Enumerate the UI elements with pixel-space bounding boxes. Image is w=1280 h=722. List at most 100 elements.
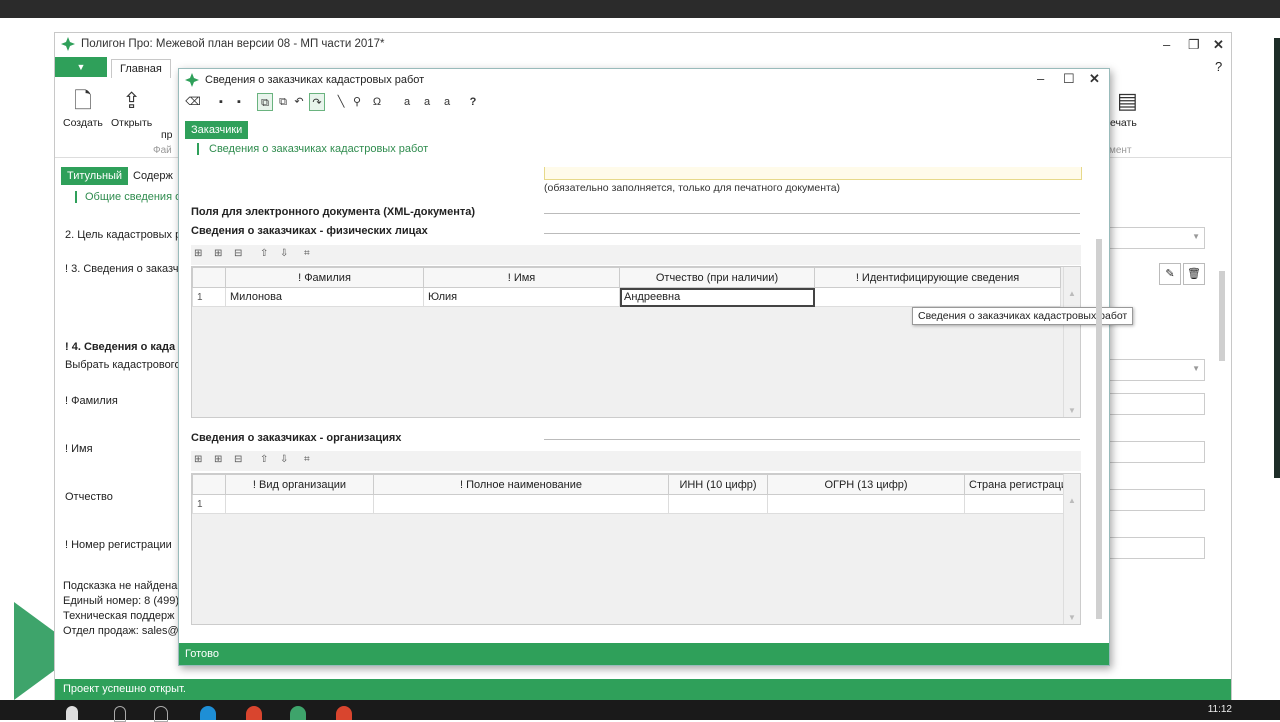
copy-icon[interactable]: ⧉	[257, 93, 273, 111]
scroll-down-icon[interactable]: ▼	[1068, 406, 1076, 415]
column-header[interactable]: ОГРН (13 цифр)	[767, 474, 965, 495]
insert-row-icon[interactable]: ⊞	[194, 248, 202, 259]
scroll-up-icon[interactable]: ▲	[1068, 496, 1076, 505]
save-icon[interactable]: ▪	[213, 93, 229, 111]
tab-customers[interactable]: Заказчики	[185, 121, 249, 139]
customers-dialog: Сведения о заказчиках кадастровых работ …	[178, 68, 1134, 666]
column-header[interactable]: ИНН (10 цифр)	[668, 474, 768, 495]
dialog-title-bar: Сведения о заказчиках кадастровых работ …	[179, 69, 1109, 91]
inn-cell[interactable]	[668, 494, 768, 514]
column-header[interactable]: Страна регистраци	[963, 474, 1073, 495]
paste-icon[interactable]: ⧉	[275, 93, 291, 111]
move-down-icon[interactable]: ⇩	[280, 248, 288, 259]
polygon-logo-icon	[185, 73, 199, 87]
minimize-icon[interactable]: –	[1163, 37, 1170, 52]
insert-row-below-icon[interactable]: ⊞	[214, 248, 222, 259]
divider	[544, 233, 1080, 234]
table-row[interactable]: 1 Милонова Юлия Андреевна	[192, 287, 1061, 307]
move-up-icon[interactable]: ⇧	[260, 454, 268, 465]
screen-top-bar	[0, 0, 1280, 18]
close-icon[interactable]: ✕	[1089, 71, 1100, 87]
org-name-cell[interactable]	[373, 494, 669, 514]
grid-scrollbar[interactable]: ▲ ▼	[1063, 267, 1080, 417]
column-header[interactable]: ! Вид организации	[225, 474, 374, 495]
delete-row-icon[interactable]: ⊟	[234, 248, 242, 259]
close-icon[interactable]: ✕	[1213, 37, 1224, 53]
move-up-icon[interactable]: ⇧	[260, 248, 268, 259]
maximize-icon[interactable]: ☐	[1063, 71, 1075, 87]
help-icon[interactable]: ?	[1215, 59, 1222, 74]
country-cell[interactable]	[963, 494, 1073, 514]
normal-text-icon[interactable]: a	[419, 93, 435, 111]
subscript-icon[interactable]: a	[399, 93, 415, 111]
column-header[interactable]: Отчество (при наличии)	[619, 267, 815, 288]
create-button[interactable]: 🗋 Создать	[63, 89, 103, 130]
desktop-green-shape	[14, 602, 54, 700]
undo-icon[interactable]: ↶	[291, 93, 307, 111]
clock: 11:12	[1207, 704, 1232, 715]
divider	[544, 439, 1080, 440]
table-row[interactable]: 1	[192, 494, 1073, 514]
column-header[interactable]: ! Фамилия	[225, 267, 424, 288]
physical-persons-grid: ! Фамилия ! Имя Отчество (при наличии) !…	[191, 266, 1081, 418]
column-header[interactable]: ! Полное наименование	[373, 474, 669, 495]
restore-icon[interactable]: ❐	[1188, 37, 1200, 53]
start-icon[interactable]	[66, 706, 78, 720]
general-info-link[interactable]: Общие сведения о	[75, 191, 181, 203]
dialog-scrollbar[interactable]	[1093, 169, 1105, 637]
xml-section-title: Поля для электронного документа (XML-док…	[191, 206, 476, 218]
browser-icon[interactable]	[246, 706, 262, 720]
superscript-icon[interactable]: a	[439, 93, 455, 111]
skype-icon[interactable]	[200, 706, 216, 720]
browser-icon[interactable]	[336, 706, 352, 720]
print-button[interactable]: ▤ ечать	[1109, 89, 1138, 130]
stamp-icon[interactable]: ⚲	[349, 93, 365, 111]
minimize-icon[interactable]: –	[1037, 71, 1044, 86]
omega-symbol-icon[interactable]: Ω	[369, 93, 385, 111]
ident-cell[interactable]	[814, 287, 1061, 307]
insert-row-icon[interactable]: ⊞	[194, 454, 202, 465]
scroll-down-icon[interactable]: ▼	[1068, 613, 1076, 622]
redo-icon[interactable]: ↷	[309, 93, 325, 111]
fit-columns-icon[interactable]: ⌗	[304, 454, 310, 465]
surname-label: ! Фамилия	[65, 395, 118, 407]
delete-row-icon[interactable]: ⊟	[234, 454, 242, 465]
patronymic-cell[interactable]: Андреевна	[619, 287, 815, 307]
main-status-bar: Проект успешно открыт.	[55, 679, 1231, 701]
edit-button[interactable]: ✎	[1159, 263, 1181, 285]
polygon-app-icon[interactable]	[290, 706, 306, 720]
print-field[interactable]	[544, 167, 1082, 180]
delete-button[interactable]: 🗑	[1183, 263, 1205, 285]
main-status-text: Проект успешно открыт.	[63, 683, 186, 695]
scroll-up-icon[interactable]: ▲	[1068, 289, 1076, 298]
dialog-status-bar: Готово	[179, 643, 1109, 665]
row-number-header	[192, 474, 226, 495]
org-type-cell[interactable]	[225, 494, 374, 514]
main-scrollbar[interactable]	[1217, 223, 1227, 553]
help-icon[interactable]: ?	[465, 93, 481, 111]
line-tool-icon[interactable]: ╲	[333, 93, 349, 111]
delete-dropdown-icon[interactable]: ⌫	[185, 93, 201, 111]
main-title-bar: Полигон Про: Межевой план версии 08 - МП…	[55, 33, 1231, 57]
tab-title[interactable]: Титульный	[61, 167, 129, 185]
ogrn-cell[interactable]	[767, 494, 965, 514]
move-down-icon[interactable]: ⇩	[280, 454, 288, 465]
row-number: 1	[192, 287, 226, 307]
column-header[interactable]: ! Идентифицирующие сведения	[814, 267, 1061, 288]
save-all-icon[interactable]: ▪	[231, 93, 247, 111]
insert-row-below-icon[interactable]: ⊞	[214, 454, 222, 465]
name-cell[interactable]: Юлия	[423, 287, 620, 307]
chevron-down-icon: ▼	[1192, 232, 1200, 241]
customers-info-link[interactable]: Сведения о заказчиках кадастровых работ	[197, 143, 428, 155]
surname-cell[interactable]: Милонова	[225, 287, 424, 307]
fit-columns-icon[interactable]: ⌗	[304, 248, 310, 259]
divider	[544, 213, 1080, 214]
grid-scrollbar[interactable]: ▲ ▼	[1063, 474, 1080, 624]
file-menu-button[interactable]: ▼	[55, 57, 107, 77]
open-folder-icon: ⇪	[122, 88, 141, 113]
tab-content[interactable]: Содерж	[133, 170, 173, 182]
open-button[interactable]: ⇪ Открыть	[111, 88, 152, 130]
column-header[interactable]: ! Имя	[423, 267, 620, 288]
customers-label: ! 3. Сведения о заказч	[65, 263, 179, 275]
tab-home[interactable]: Главная	[111, 59, 171, 78]
